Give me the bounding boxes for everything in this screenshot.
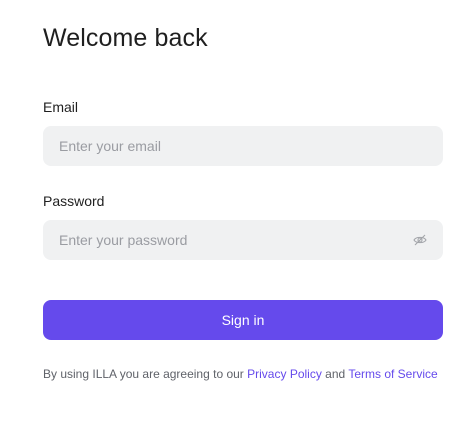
email-field-container [43, 126, 443, 166]
terms-notice: By using ILLA you are agreeing to our Pr… [43, 364, 443, 384]
terms-conjunction: and [321, 367, 349, 381]
email-field[interactable] [43, 126, 443, 166]
terms-prefix: By using ILLA you are agreeing to our [43, 367, 248, 381]
email-label: Email [43, 99, 79, 115]
password-label: Password [43, 193, 105, 209]
password-field[interactable] [43, 220, 443, 260]
page-title: Welcome back [43, 24, 208, 52]
password-field-container [43, 220, 443, 260]
login-page: Welcome back Email Password Sign in By u… [0, 0, 476, 425]
privacy-policy-link[interactable]: Privacy Policy [247, 367, 322, 381]
terms-of-service-link[interactable]: Terms of Service [348, 367, 437, 381]
sign-in-button[interactable]: Sign in [43, 300, 443, 340]
eye-icon[interactable] [413, 233, 427, 247]
